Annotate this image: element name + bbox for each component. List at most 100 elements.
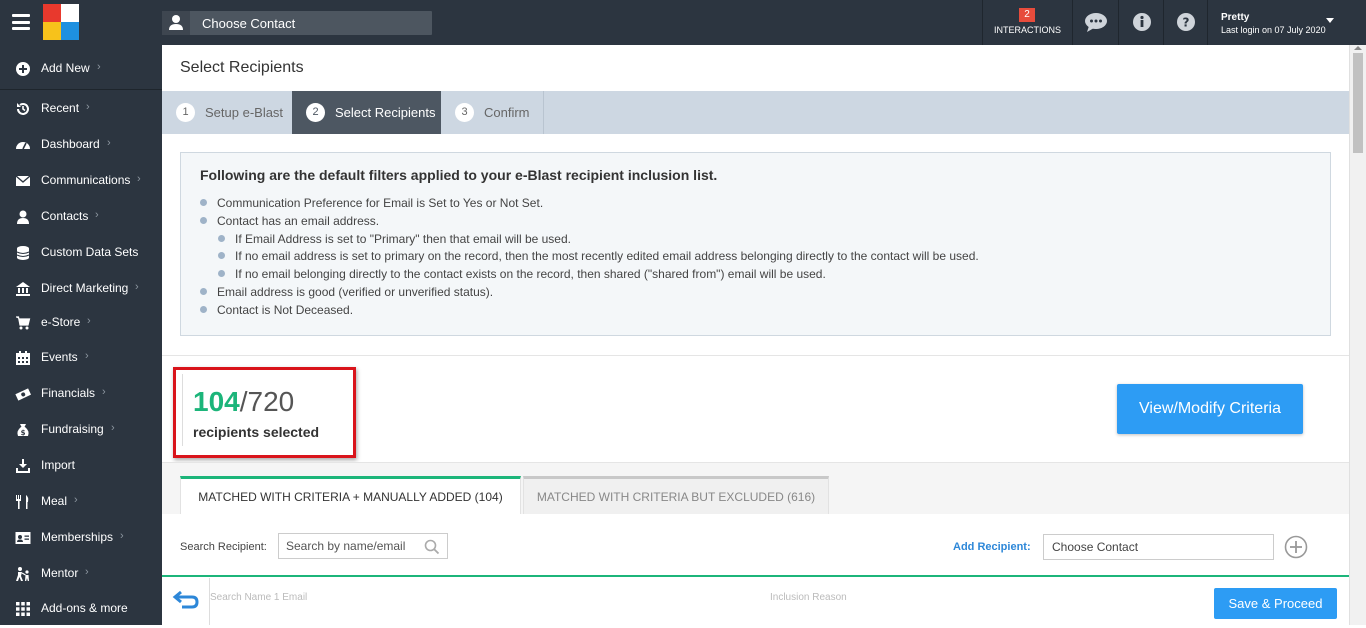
user-menu[interactable]: Pretty Last login on 07 July 2020 [1208,0,1366,45]
sidebar-item-memberships[interactable]: Memberships › [0,519,162,555]
sidebar-item-dashboard[interactable]: Dashboard › [0,126,162,162]
user-name: Pretty [1221,12,1250,23]
step-number: 1 [176,103,195,122]
add-recipient-plus-icon[interactable] [1284,535,1308,559]
filter-text: Communication Preference for Email is Se… [217,196,544,210]
filter-subitem: If Email Address is set to "Primary" the… [218,232,571,246]
interactions-label: INTERACTIONS [993,25,1061,35]
sidebar-item-communications[interactable]: Communications › [0,162,162,198]
divider [1072,0,1073,45]
sidebar-item-label: Add New [41,61,90,75]
help-icon[interactable]: ? [1164,0,1208,45]
default-filters-box: Following are the default filters applie… [180,152,1331,336]
chevron-right-icon: › [135,281,139,293]
chat-icon[interactable] [1074,0,1118,45]
bullet-icon [200,306,207,313]
sidebar-item-import[interactable]: Import [0,447,162,483]
user-icon [162,11,190,35]
sidebar-item-label: Fundraising [41,422,104,436]
filter-text: Email address is good (verified or unver… [217,285,494,299]
grid-icon [15,601,31,616]
sidebar-item-add-new[interactable]: Add New › [0,50,162,86]
step-number: 2 [306,103,325,122]
app-logo[interactable] [43,4,79,41]
info-icon[interactable] [1120,0,1164,45]
sidebar-item-fundraising[interactable]: $ Fundraising › [0,411,162,447]
divider [182,374,183,446]
top-bar: Choose Contact 2 INTERACTIONS ? Pretty L… [0,0,1366,45]
divider [543,91,544,134]
save-proceed-button[interactable]: Save & Proceed [1214,588,1337,619]
step-confirm[interactable]: 3 Confirm [441,91,543,134]
sidebar-item-label: Meal [41,494,68,508]
recipients-counter: 104/720 recipients selected [173,367,356,458]
sidebar-item-mentor[interactable]: Mentor › [0,555,162,591]
sidebar-item-label: Direct Marketing [41,281,129,295]
add-recipient-input[interactable] [1044,535,1273,559]
total-count: /720 [239,386,295,417]
cart-icon [15,315,31,330]
scroll-up-arrow-icon[interactable] [1354,46,1362,50]
caret-down-icon [1326,18,1334,23]
chevron-right-icon: › [97,61,101,73]
tab-matched-manually-added[interactable]: MATCHED WITH CRITERIA + MANUALLY ADDED (… [180,476,521,515]
menu-icon[interactable] [12,14,30,30]
svg-text:?: ? [1183,16,1190,30]
cutlery-icon [15,494,31,509]
bank-icon [15,281,31,296]
sidebar-item-label: Import [41,458,76,472]
sidebar-item-label: Add-ons & more [41,601,128,615]
bullet-icon [218,252,225,259]
step-select-recipients[interactable]: 2 Select Recipients [292,91,441,134]
filter-text: If Email Address is set to "Primary" the… [235,232,571,246]
interactions-count-badge: 2 [1019,8,1035,22]
search-icon[interactable] [424,539,440,555]
back-button[interactable] [162,578,210,625]
interactions-button[interactable]: 2 INTERACTIONS [983,0,1072,45]
history-icon [15,101,31,115]
bullet-icon [200,288,207,295]
sidebar-item-custom-data-sets[interactable]: Custom Data Sets [0,234,162,270]
chevron-right-icon: › [87,315,91,327]
sidebar-item-financials[interactable]: Financials › [0,375,162,411]
filter-item: Contact is Not Deceased. [200,303,353,317]
scrollbar-thumb[interactable] [1353,53,1363,153]
search-recipient-input[interactable] [279,534,419,558]
chevron-right-icon: › [95,209,99,221]
chevron-right-icon: › [107,137,111,149]
sidebar-item-contacts[interactable]: Contacts › [0,198,162,234]
mentor-icon [15,566,31,581]
search-recipient-label: Search Recipient: [180,541,267,553]
sidebar-item-direct-marketing[interactable]: Direct Marketing › [0,270,162,306]
chevron-right-icon: › [111,422,115,434]
choose-contact-label: Choose Contact [202,16,296,31]
calendar-icon [15,350,31,365]
money-bag-icon: $ [15,422,31,437]
chevron-right-icon: › [120,530,124,542]
page-title: Select Recipients [180,59,304,76]
import-icon [15,458,31,473]
sidebar-item-add-ons-more[interactable]: Add-ons & more [0,590,162,626]
sidebar-item-label: Events [41,350,78,364]
sidebar-item-label: e-Store [41,315,81,329]
sidebar-item-events[interactable]: Events › [0,339,162,375]
sidebar-item-meal[interactable]: Meal › [0,483,162,519]
plus-circle-icon [15,61,31,76]
choose-contact-picker[interactable]: Choose Contact [162,11,432,35]
wizard-steps: 1 Setup e-Blast 2 Select Recipients 3 Co… [162,91,1349,134]
selected-count: 104 [193,386,240,417]
search-recipient-box [278,533,448,559]
page-scrollbar[interactable] [1349,45,1366,625]
view-modify-criteria-button[interactable]: View/Modify Criteria [1117,384,1303,434]
money-icon [15,386,32,401]
sidebar-item-recent[interactable]: Recent › [0,90,162,126]
tab-matched-excluded[interactable]: MATCHED WITH CRITERIA BUT EXCLUDED (616) [523,476,829,515]
divider [1118,0,1119,45]
sidebar-item-e-store[interactable]: e-Store › [0,304,162,340]
recipient-count: 104/720 [193,386,294,418]
footer-bar: Save & Proceed [162,578,1349,625]
step-setup-eblast[interactable]: 1 Setup e-Blast [162,91,292,134]
sidebar-item-label: Communications [41,173,131,187]
back-arrow-icon [172,590,199,609]
user-icon [15,209,31,224]
